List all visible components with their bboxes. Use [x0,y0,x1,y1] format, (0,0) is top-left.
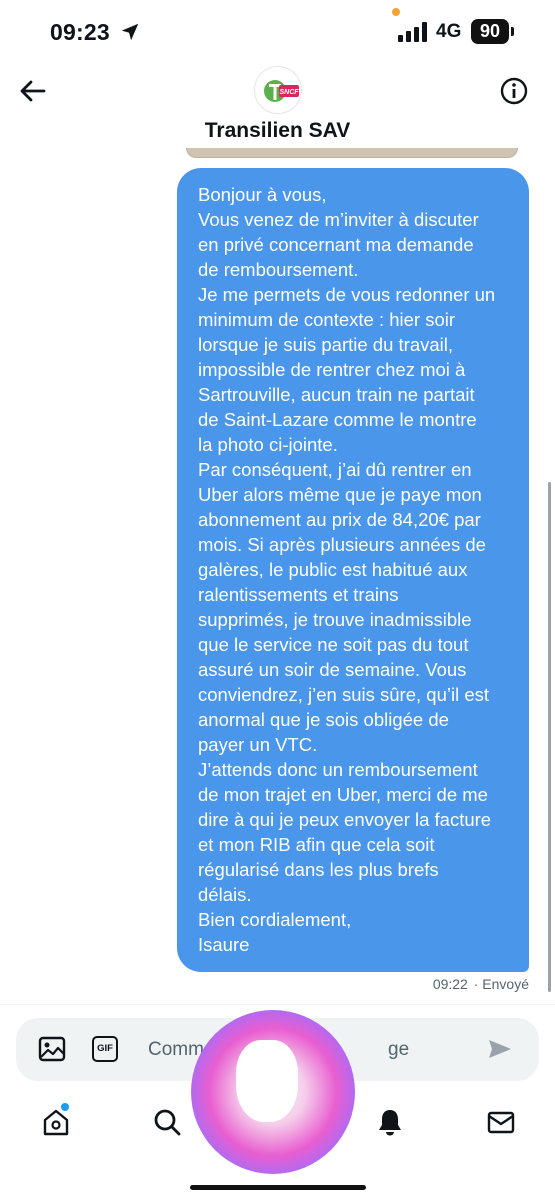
message-time: 09:22 [432,976,468,992]
message-line: minimum de contexte : hier soir [198,309,456,330]
mail-icon[interactable] [486,1107,516,1137]
transilien-logo-icon: SNCF [264,80,299,102]
message-meta: 09:22 · Envoyé [431,976,529,992]
message-line: dire à qui je peux envoyer la facture [198,809,492,830]
message-line: Isaure [198,934,250,955]
message-line: payer un VTC. [198,734,318,755]
siri-orb-core [236,1040,298,1122]
scrollbar[interactable] [548,482,551,992]
conversation-header: SNCF Transilien SAV [0,64,555,156]
message-line: de Saint-Lazare comme le montre [198,409,477,430]
message-line: de mon trajet en Uber, merci de me [198,784,488,805]
message-line: Uber alors même que je paye mon [198,484,482,505]
home-icon[interactable] [41,1107,71,1137]
message-line: régularisé dans les plus brefs [198,859,439,880]
message-line: abonnement au prix de 84,20€ par [198,509,481,530]
back-arrow-icon[interactable] [16,74,50,108]
message-line: que le service ne soit pas du tout [198,634,469,655]
message-line: Sartrouville, aucun train ne partait [198,384,475,405]
divider [0,1004,555,1005]
message-line: Par conséquent, j’ai dû rentrer en [198,459,472,480]
search-icon[interactable] [152,1107,182,1137]
message-line: galères, le public est habitué aux [198,559,468,580]
message-input-placeholder-end: ge [388,1039,410,1060]
privacy-indicator-dot [392,8,400,16]
bell-icon[interactable] [375,1107,405,1137]
conversation-title: Transilien SAV [204,119,351,142]
gif-button[interactable]: GIF [92,1036,118,1062]
message-line: ralentissements et trains [198,584,399,605]
message-line: Bonjour à vous, [198,184,327,205]
notification-dot [61,1103,69,1111]
message-line: mois. Si après plusieurs années de [198,534,486,555]
message-line: Je me permets de vous redonner un [198,284,496,305]
status-bar: 09:23 4G 90 [0,0,555,64]
battery-indicator: 90 [471,19,509,44]
sent-message-bubble[interactable]: Bonjour à vous, Vous venez de m’inviter à… [177,168,529,972]
battery-tip [511,27,514,36]
message-line: anormal que je sois obligée de [198,709,449,730]
message-line: en privé concernant ma demande [198,234,474,255]
avatar[interactable]: SNCF [254,66,302,114]
previous-media-attachment[interactable] [186,148,518,158]
message-line: et mon RIB afin que cela soit [198,834,435,855]
cellular-signal-icon [398,22,427,42]
message-line: délais. [198,884,252,905]
message-line: Bien cordialement, [198,909,352,930]
message-status: · Envoyé [473,976,529,992]
message-line: Vous venez de m’inviter à discuter [198,209,479,230]
message-line: la photo ci-jointe. [198,434,338,455]
location-arrow-icon [121,23,139,41]
network-type: 4G [436,21,462,42]
message-line: conviendrez, j’en suis sûre, qu’il est [198,684,490,705]
home-indicator [190,1185,366,1190]
message-line: lorsque je suis partie du travail, [198,334,454,355]
svg-text:SNCF: SNCF [279,89,299,96]
info-icon[interactable] [498,75,530,107]
image-icon[interactable] [38,1036,66,1062]
send-icon[interactable] [487,1036,513,1062]
message-line: J’attends donc un remboursement [198,759,478,780]
message-line: assuré un soir de semaine. Vous [198,659,467,680]
message-line: impossible de rentrer chez moi à [198,359,466,380]
message-line: de remboursement. [198,259,359,280]
message-line: supprimés, je trouve inadmissible [198,609,472,630]
status-time: 09:23 [50,19,110,45]
